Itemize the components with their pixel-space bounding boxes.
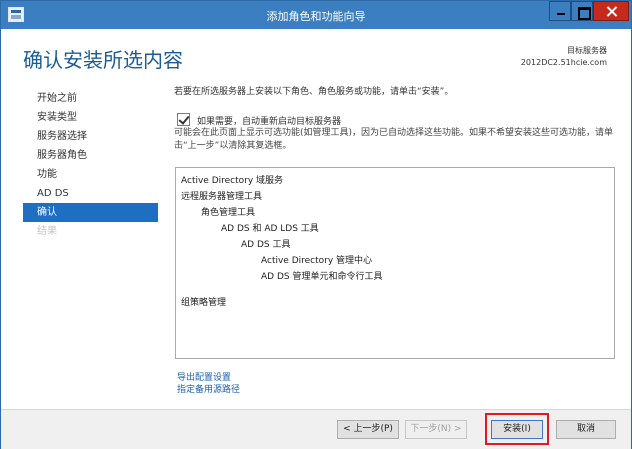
page-title: 确认安装所选内容 [23,48,183,72]
maximize-button[interactable] [571,1,593,21]
target-server-name: 2012DC2.51hcie.com [520,58,607,67]
wizard-window: 添加角色和功能向导 确认安装所选内容 目标服务器 2012DC2.51hcie.… [0,0,632,449]
window-title: 添加角色和功能向导 [266,10,366,23]
confirmation-content: 若要在所选服务器上安装以下角色、角色服务或功能，请单击“安装”。 如果需要，自动… [174,86,614,151]
close-button[interactable] [593,1,629,21]
target-server-label: 目标服务器 [567,46,607,55]
restart-checkbox[interactable] [177,113,190,126]
nav-item-before-you-begin[interactable]: 开始之前 [23,89,158,108]
title-bar[interactable]: 添加角色和功能向导 [1,1,631,29]
feature-item: AD DS 和 AD LDS 工具 [221,224,319,234]
feature-item: Active Directory 管理中心 [261,256,373,266]
feature-item: 远程服务器管理工具 [181,192,263,202]
optional-features-note: 可能会在此页面上显示可选功能(如管理工具)，因为已自动选择这些功能。如果不希望安… [174,128,614,151]
feature-item: AD DS 管理单元和命令行工具 [261,272,383,282]
target-server-info: 目标服务器 2012DC2.51hcie.com [521,45,607,69]
wizard-nav: 开始之前 安装类型 服务器选择 服务器角色 功能 AD DS 确认 结果 [23,89,158,241]
feature-item: 角色管理工具 [201,208,256,218]
links-area: 导出配置设置 指定备用源路径 [177,372,240,396]
feature-item: AD DS 工具 [241,240,291,250]
intro-text: 若要在所选服务器上安装以下角色、角色服务或功能，请单击“安装”。 [174,87,454,97]
nav-item-results: 结果 [37,226,57,237]
nav-item-ad-ds[interactable]: AD DS [23,184,158,203]
selected-features-list[interactable]: Active Directory 域服务 远程服务器管理工具 角色管理工具 AD… [175,167,615,359]
cancel-button[interactable]: 取消 [556,420,616,439]
nav-item-server-selection[interactable]: 服务器选择 [23,127,158,146]
next-button: 下一步(N) > [405,420,467,439]
feature-item: 组策略管理 [181,298,227,308]
nav-item-features[interactable]: 功能 [23,165,158,184]
previous-button[interactable]: < 上一步(P) [337,420,399,439]
alternate-source-link[interactable]: 指定备用源路径 [177,384,240,396]
nav-item-installation-type[interactable]: 安装类型 [23,108,158,127]
install-highlight-box [485,413,549,445]
nav-item-server-roles[interactable]: 服务器角色 [23,146,158,165]
minimize-button[interactable] [549,1,571,21]
restart-checkbox-label[interactable]: 如果需要，自动重新启动目标服务器 [197,114,341,127]
export-settings-link[interactable]: 导出配置设置 [177,372,240,384]
nav-item-confirmation[interactable]: 确认 [23,203,158,222]
feature-item: Active Directory 域服务 [181,176,284,186]
